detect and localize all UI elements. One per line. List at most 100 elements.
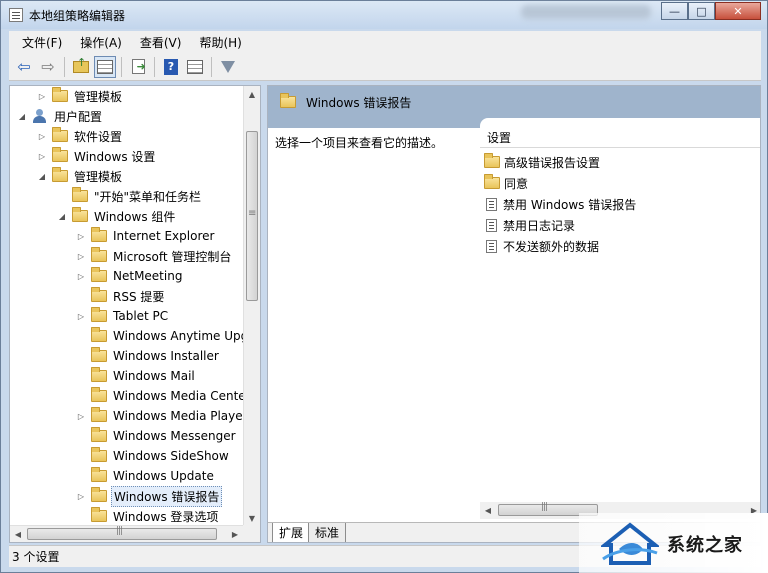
- tree-item[interactable]: ▷ Windows Media Player: [75, 406, 250, 426]
- list-item-label: 高级错误报告设置: [504, 155, 601, 170]
- title-bar[interactable]: 本地组策略编辑器 — □ ✕: [1, 1, 767, 29]
- tree-item-label: Windows Media Center: [113, 389, 251, 403]
- menu-view[interactable]: 查看(V): [131, 34, 191, 51]
- folder-icon: [52, 87, 68, 102]
- tree-horizontal-scrollbar[interactable]: ◀ ▶: [10, 525, 243, 542]
- tree-item[interactable]: Windows 登录选项: [75, 506, 220, 526]
- expand-arrow-icon[interactable]: ▷: [75, 272, 87, 281]
- tree-item[interactable]: Windows Messenger: [75, 426, 238, 446]
- tree-item-label: Windows Anytime Upgr: [113, 329, 254, 343]
- help-button[interactable]: ?: [160, 56, 182, 78]
- folder-icon: [91, 267, 107, 282]
- folder-icon: [484, 153, 500, 168]
- expand-arrow-icon[interactable]: ▷: [36, 152, 48, 161]
- tree-item[interactable]: "开始"菜单和任务栏: [56, 186, 203, 206]
- folder-icon: [72, 187, 88, 202]
- folder-icon: [484, 174, 500, 189]
- tree-item-label: Windows 登录选项: [113, 509, 219, 524]
- tree-item[interactable]: Windows SideShow: [75, 446, 231, 466]
- description-text: 选择一个项目来查看它的描述。: [275, 136, 444, 150]
- maximize-button[interactable]: □: [688, 2, 715, 20]
- tree-vertical-scrollbar[interactable]: ▲ ▼: [243, 86, 260, 526]
- folder-icon: [91, 347, 107, 362]
- back-button[interactable]: ⇦: [13, 56, 35, 78]
- details-title: Windows 错误报告: [306, 95, 412, 110]
- policy-setting-icon: [486, 239, 497, 253]
- tree-item-label: Tablet PC: [113, 309, 169, 323]
- expand-arrow-icon[interactable]: ▷: [75, 312, 87, 321]
- menu-action[interactable]: 操作(A): [71, 34, 131, 51]
- list-item-label: 禁用日志记录: [503, 218, 576, 233]
- tree-item[interactable]: ▷ 管理模板: [36, 86, 124, 106]
- tree-item[interactable]: ◢ 管理模板: [36, 166, 124, 186]
- scroll-thumb[interactable]: [27, 526, 217, 540]
- toolbar-separator: [64, 56, 65, 77]
- collapse-arrow-icon[interactable]: ◢: [36, 172, 48, 181]
- tree-item[interactable]: RSS 提要: [75, 286, 166, 306]
- list-item[interactable]: 同意: [484, 173, 528, 193]
- scroll-down-arrow-icon[interactable]: ▼: [244, 510, 260, 526]
- show-hide-tree-button[interactable]: [94, 55, 116, 78]
- scroll-right-arrow-icon[interactable]: ▶: [227, 526, 243, 542]
- console-tree[interactable]: ▷ 管理模板 ◢ 用户配置 ▷ 软件设置 ▷ Windows 设置 ◢ 管理模板: [9, 85, 261, 543]
- folder-icon: [91, 427, 107, 442]
- menu-help[interactable]: 帮助(H): [190, 34, 250, 51]
- folder-icon: [52, 167, 68, 182]
- expand-arrow-icon[interactable]: ▷: [36, 92, 48, 101]
- minimize-button[interactable]: —: [661, 2, 688, 20]
- export-list-button[interactable]: [127, 56, 149, 78]
- tree-item[interactable]: ▷ NetMeeting: [75, 266, 184, 286]
- expand-arrow-icon[interactable]: ▷: [75, 492, 87, 501]
- tree-item-label: Windows Media Player: [113, 409, 248, 423]
- up-folder-icon: [73, 56, 89, 73]
- tree-item[interactable]: ▷ Tablet PC: [75, 306, 170, 326]
- tab-standard[interactable]: 标准: [308, 523, 347, 542]
- folder-icon: [91, 367, 107, 382]
- expand-arrow-icon[interactable]: ▷: [75, 412, 87, 421]
- folder-icon: [72, 207, 88, 222]
- tree-item[interactable]: ◢ 用户配置: [16, 106, 104, 126]
- tree-item[interactable]: Windows Media Center: [75, 386, 253, 406]
- list-item[interactable]: 高级错误报告设置: [484, 152, 600, 172]
- tree-item[interactable]: ▷ Windows 设置: [36, 146, 157, 166]
- list-item[interactable]: 不发送额外的数据: [484, 236, 599, 256]
- tree-item[interactable]: ▷ Microsoft 管理控制台: [75, 246, 233, 266]
- tree-item[interactable]: Windows Mail: [75, 366, 197, 386]
- scroll-thumb[interactable]: [246, 131, 258, 301]
- expand-arrow-icon[interactable]: ▷: [75, 232, 87, 241]
- tree-item-selected[interactable]: ▷ Windows 错误报告: [75, 485, 223, 507]
- tree-item[interactable]: Windows Anytime Upgr: [75, 326, 255, 346]
- scroll-left-arrow-icon[interactable]: ◀: [480, 502, 496, 518]
- expand-arrow-icon[interactable]: ▷: [36, 132, 48, 141]
- filter-button[interactable]: [217, 56, 239, 78]
- policy-setting-icon: [486, 197, 497, 211]
- expand-arrow-icon[interactable]: ▷: [75, 252, 87, 261]
- tree-item-label: Windows Installer: [113, 349, 219, 363]
- tree-item[interactable]: ◢ Windows 组件: [56, 206, 177, 226]
- column-header-setting[interactable]: 设置: [480, 128, 760, 148]
- toolbar-separator: [154, 56, 155, 77]
- tree-item[interactable]: ▷ 软件设置: [36, 126, 124, 146]
- tree-item-label: RSS 提要: [113, 289, 165, 304]
- scroll-left-arrow-icon[interactable]: ◀: [10, 526, 26, 542]
- close-button[interactable]: ✕: [715, 2, 761, 20]
- scroll-up-arrow-icon[interactable]: ▲: [244, 86, 260, 102]
- tree-item[interactable]: ▷ Internet Explorer: [75, 226, 216, 246]
- properties-button[interactable]: [184, 56, 206, 78]
- tab-extended[interactable]: 扩展: [272, 523, 311, 542]
- details-pane: Windows 错误报告 选择一个项目来查看它的描述。 设置 高级错误报告设置 …: [267, 85, 761, 543]
- menu-bar: 文件(F) 操作(A) 查看(V) 帮助(H): [9, 31, 761, 53]
- up-one-level-button[interactable]: [70, 56, 92, 78]
- forward-button[interactable]: ⇨: [37, 56, 59, 78]
- collapse-arrow-icon[interactable]: ◢: [56, 212, 68, 221]
- menu-file[interactable]: 文件(F): [13, 34, 71, 51]
- tree-item[interactable]: Windows Update: [75, 466, 216, 486]
- tree-item[interactable]: Windows Installer: [75, 346, 221, 366]
- tree-item-label: 用户配置: [54, 109, 103, 124]
- list-item[interactable]: 禁用日志记录: [484, 215, 575, 235]
- properties-icon: [187, 59, 203, 74]
- watermark-text: 系统之家: [667, 535, 743, 556]
- folder-icon: [91, 227, 107, 242]
- collapse-arrow-icon[interactable]: ◢: [16, 112, 28, 121]
- list-item[interactable]: 禁用 Windows 错误报告: [484, 194, 636, 214]
